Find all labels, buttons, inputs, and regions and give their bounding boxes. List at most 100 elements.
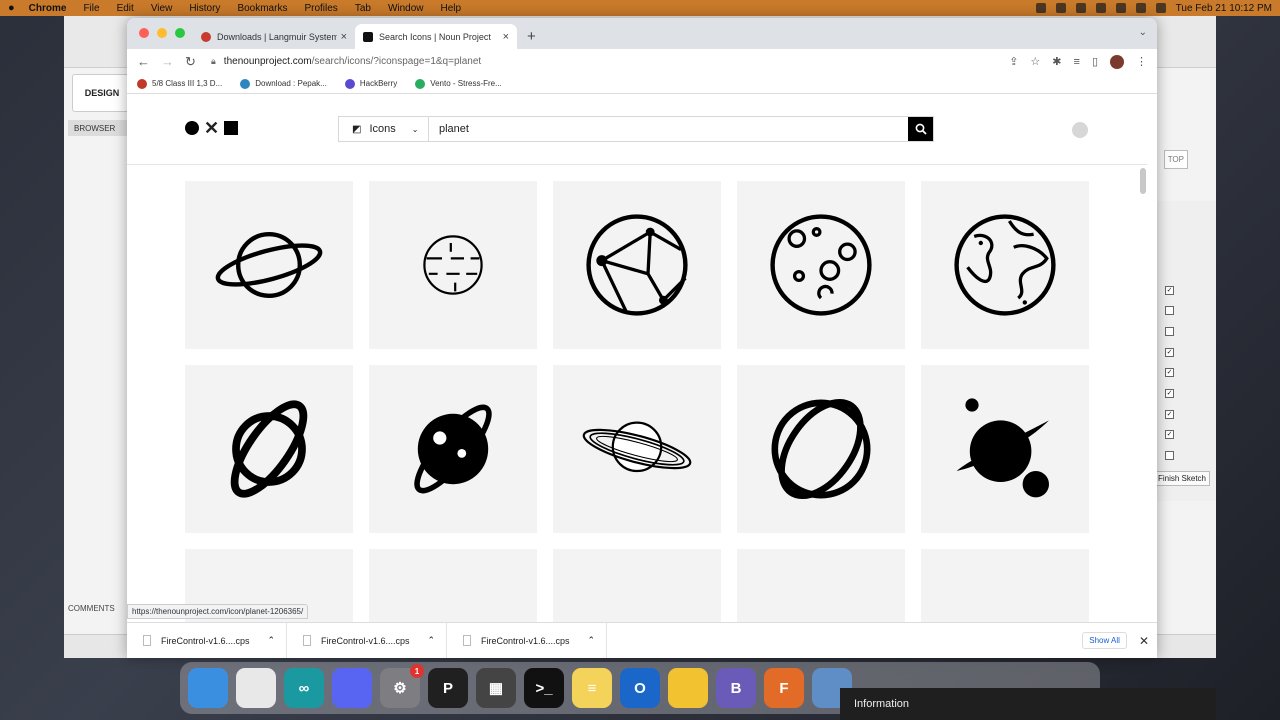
- chevron-up-icon[interactable]: ⌃: [268, 635, 276, 646]
- page-scrollbar[interactable]: [1137, 94, 1147, 622]
- menu-file[interactable]: File: [83, 3, 99, 14]
- icon-result-card[interactable]: [921, 181, 1089, 349]
- comments-panel-label[interactable]: COMMENTS: [68, 604, 115, 613]
- menu-help[interactable]: Help: [441, 3, 462, 14]
- lock-icon[interactable]: 🔒︎: [211, 56, 216, 67]
- status-app-icon[interactable]: [1055, 3, 1066, 13]
- dock-pixelmator-icon[interactable]: P: [428, 668, 468, 708]
- dock-chrome-icon[interactable]: [236, 668, 276, 708]
- icon-result-card[interactable]: [921, 365, 1089, 533]
- reload-icon[interactable]: ↻: [185, 54, 196, 70]
- dock-arduino-icon[interactable]: ∞: [284, 668, 324, 708]
- icon-result-card[interactable]: [921, 549, 1089, 622]
- control-center-icon[interactable]: [1155, 3, 1166, 13]
- tab-noun-project[interactable]: Search Icons | Noun Project ×: [355, 24, 517, 49]
- bookmark-item[interactable]: Vento - Stress-Fre...: [415, 78, 502, 89]
- palette-checkbox[interactable]: ✓: [1165, 348, 1174, 357]
- side-panel-icon[interactable]: ▯: [1092, 55, 1098, 68]
- menu-tab[interactable]: Tab: [355, 3, 371, 14]
- bookmark-item[interactable]: 5/8 Class III 1,3 D...: [137, 78, 222, 89]
- dock-notes-icon[interactable]: ≡: [572, 668, 612, 708]
- tab-downloads[interactable]: Downloads | Langmuir Systems ×: [193, 24, 355, 49]
- share-icon[interactable]: ⇪: [1009, 55, 1018, 68]
- browser-panel-label[interactable]: BROWSER: [68, 120, 128, 136]
- palette-checkbox[interactable]: ✓: [1165, 430, 1174, 439]
- icon-result-card[interactable]: [737, 365, 905, 533]
- chevron-up-icon[interactable]: ⌃: [588, 635, 596, 646]
- user-avatar[interactable]: [1072, 122, 1088, 138]
- icon-result-card[interactable]: [737, 181, 905, 349]
- menu-datetime[interactable]: Tue Feb 21 10:12 PM: [1176, 3, 1272, 14]
- dock-outlook-icon[interactable]: O: [620, 668, 660, 708]
- finish-sketch-button[interactable]: Finish Sketch: [1153, 471, 1210, 486]
- record-icon[interactable]: [1035, 3, 1046, 13]
- dock-cyberduck-icon[interactable]: [668, 668, 708, 708]
- forward-icon[interactable]: →: [161, 54, 174, 69]
- close-downloads-bar-icon[interactable]: ✕: [1139, 634, 1149, 648]
- wifi-icon[interactable]: [1115, 3, 1126, 13]
- menu-window[interactable]: Window: [388, 3, 424, 14]
- dock-bbedit-icon[interactable]: B: [716, 668, 756, 708]
- new-tab-icon[interactable]: +: [527, 28, 536, 45]
- dock-discord-icon[interactable]: [332, 668, 372, 708]
- extensions-icon[interactable]: ✱: [1052, 55, 1061, 68]
- close-window-button[interactable]: [139, 28, 149, 38]
- palette-checkbox[interactable]: [1165, 306, 1174, 315]
- reading-list-icon[interactable]: ≡: [1074, 56, 1080, 68]
- download-item[interactable]: FireControl-v1.6....cps ⌃: [287, 622, 447, 658]
- zoom-window-button[interactable]: [175, 28, 185, 38]
- spotlight-search-icon[interactable]: [1135, 3, 1146, 13]
- show-all-downloads-button[interactable]: Show All: [1082, 632, 1127, 649]
- download-item[interactable]: FireControl-v1.6....cps ⌃: [447, 622, 607, 658]
- search-type-dropdown[interactable]: ◩ Icons ⌄: [339, 117, 429, 141]
- search-button[interactable]: [908, 117, 933, 141]
- scrollbar-thumb[interactable]: [1140, 168, 1146, 194]
- design-workspace-button[interactable]: DESIGN: [72, 74, 132, 112]
- icon-result-card[interactable]: [185, 181, 353, 349]
- icon-result-card[interactable]: [553, 181, 721, 349]
- profile-avatar[interactable]: [1110, 54, 1124, 69]
- chrome-menu-icon[interactable]: ⋮: [1136, 55, 1147, 68]
- dock-system-preferences-icon[interactable]: ⚙ 1: [380, 664, 424, 708]
- bookmark-star-icon[interactable]: ☆: [1030, 55, 1040, 68]
- dock-fusion-360-icon[interactable]: F: [764, 668, 804, 708]
- minimize-window-button[interactable]: [157, 28, 167, 38]
- menu-profiles[interactable]: Profiles: [304, 3, 337, 14]
- close-tab-icon[interactable]: ×: [503, 31, 509, 43]
- palette-checkbox[interactable]: ✓: [1165, 410, 1174, 419]
- bluetooth-icon[interactable]: [1075, 3, 1086, 13]
- dock-finder-icon[interactable]: [188, 668, 228, 708]
- palette-checkbox[interactable]: ✓: [1165, 389, 1174, 398]
- menu-bookmarks[interactable]: Bookmarks: [237, 3, 287, 14]
- address-bar[interactable]: 🔒︎ thenounproject.com/search/icons/?icon…: [209, 51, 995, 73]
- icon-result-card[interactable]: [185, 365, 353, 533]
- icon-result-card[interactable]: [553, 365, 721, 533]
- palette-checkbox[interactable]: ✓: [1165, 286, 1174, 295]
- noun-project-logo[interactable]: ✕: [185, 119, 239, 137]
- bookmark-item[interactable]: HackBerry: [344, 78, 397, 89]
- icon-result-card[interactable]: [369, 181, 537, 349]
- dock-calculator-icon[interactable]: ▦: [476, 668, 516, 708]
- icon-result-card[interactable]: [737, 549, 905, 622]
- icon-result-card[interactable]: [553, 549, 721, 622]
- battery-icon[interactable]: [1095, 3, 1106, 13]
- dock-terminal-icon[interactable]: >_: [524, 668, 564, 708]
- bookmark-item[interactable]: Download : Pepak...: [240, 78, 327, 89]
- viewcube-top[interactable]: TOP: [1163, 150, 1188, 169]
- download-item[interactable]: FireControl-v1.6....cps ⌃: [127, 622, 287, 658]
- tab-search-chevron-icon[interactable]: ⌄: [1139, 27, 1147, 38]
- close-tab-icon[interactable]: ×: [341, 31, 347, 43]
- palette-checkbox[interactable]: ✓: [1165, 368, 1174, 377]
- search-input[interactable]: planet: [429, 117, 908, 141]
- chevron-up-icon[interactable]: ⌃: [428, 635, 436, 646]
- menu-history[interactable]: History: [189, 3, 220, 14]
- icon-result-card[interactable]: [369, 365, 537, 533]
- palette-checkbox[interactable]: [1165, 327, 1174, 336]
- palette-checkbox[interactable]: [1165, 451, 1174, 460]
- icon-result-card[interactable]: [369, 549, 537, 622]
- menu-app-name[interactable]: Chrome: [29, 3, 67, 14]
- apple-menu-icon[interactable]: ●: [8, 2, 15, 14]
- back-icon[interactable]: ←: [137, 54, 150, 69]
- menu-edit[interactable]: Edit: [117, 3, 134, 14]
- menu-view[interactable]: View: [151, 3, 173, 14]
